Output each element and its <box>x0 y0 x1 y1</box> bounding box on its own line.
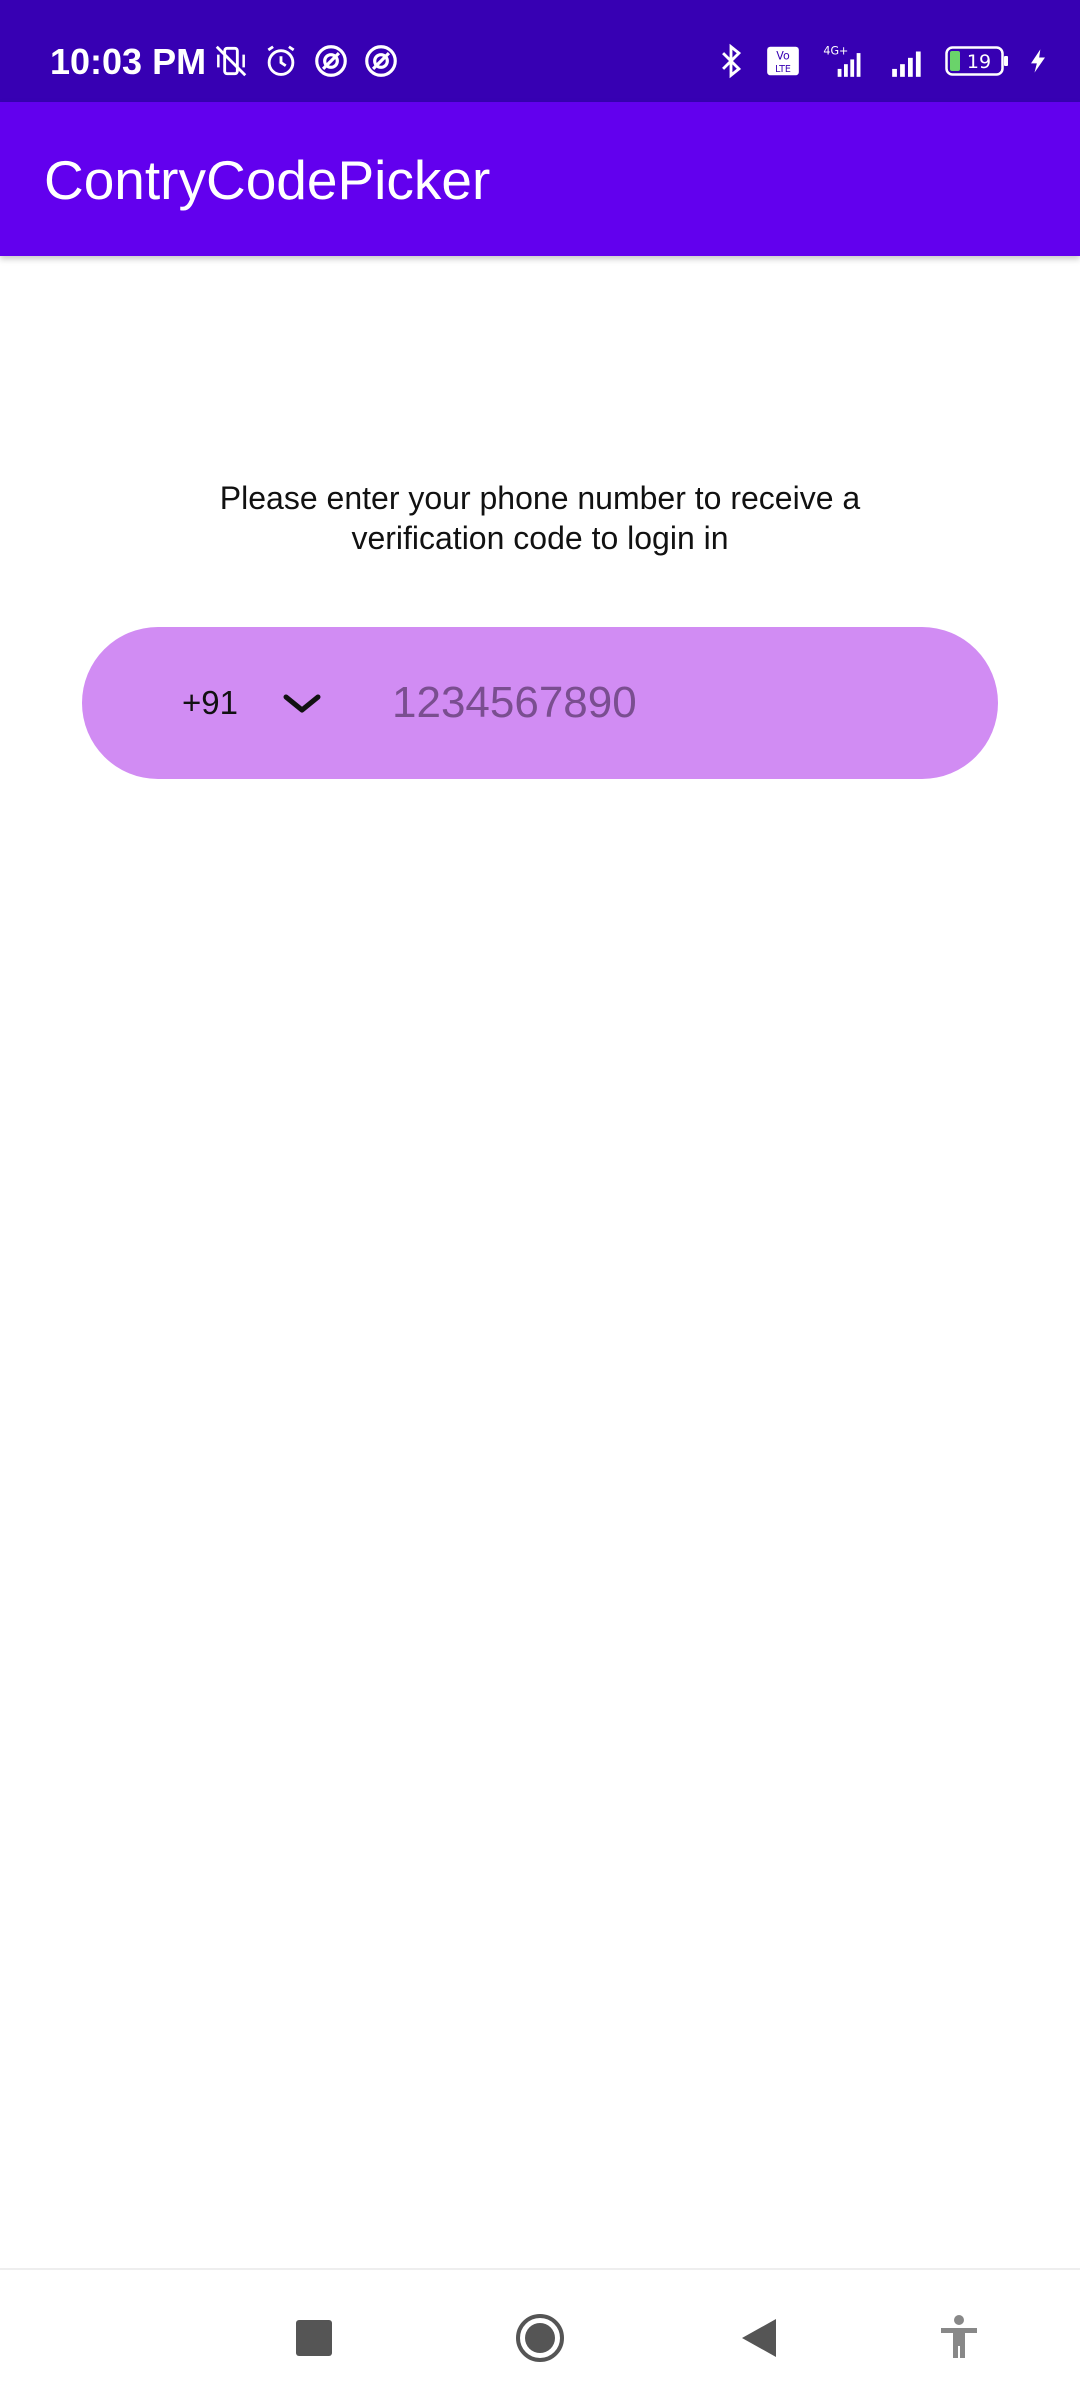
phone-number-input[interactable] <box>392 663 952 743</box>
status-icons-right: Vo LTE 4G+ 19 <box>712 42 1052 80</box>
alarm-icon <box>267 45 295 76</box>
app-title: ContryCodePicker <box>44 149 491 211</box>
recents-button[interactable] <box>296 2320 332 2356</box>
hotspot-icon <box>365 45 397 77</box>
svg-text:LTE: LTE <box>775 64 791 75</box>
navigation-bar <box>0 2268 1080 2400</box>
accessibility-icon[interactable] <box>938 2314 980 2360</box>
signal-icon <box>892 51 921 77</box>
bluetooth-icon <box>722 43 742 79</box>
phone-prompt-text: Please enter your phone number to receiv… <box>219 480 861 556</box>
hotspot-icon <box>315 45 347 77</box>
back-button[interactable] <box>738 2316 780 2360</box>
status-bar: 10:03 PM Vo LTE 4G+ 19 <box>0 0 1080 102</box>
phone-input-container: +91 <box>82 627 998 779</box>
chevron-down-icon <box>283 694 321 713</box>
country-code-picker[interactable]: +91 <box>182 663 422 743</box>
app-bar: ContryCodePicker <box>0 102 1080 256</box>
vibrate-off-icon <box>215 45 247 77</box>
status-icons-left <box>212 42 400 80</box>
signal-4g-icon: 4G+ <box>823 45 861 77</box>
home-button[interactable] <box>514 2312 566 2364</box>
charging-icon <box>1031 49 1045 73</box>
country-code-label: +91 <box>182 684 238 721</box>
svg-text:4G+: 4G+ <box>823 45 848 58</box>
svg-text:Vo: Vo <box>776 49 790 62</box>
battery-icon: 19 <box>945 46 1008 76</box>
volte-icon: Vo LTE <box>767 46 799 76</box>
battery-level: 19 <box>967 51 991 73</box>
status-time: 10:03 PM <box>50 41 207 82</box>
